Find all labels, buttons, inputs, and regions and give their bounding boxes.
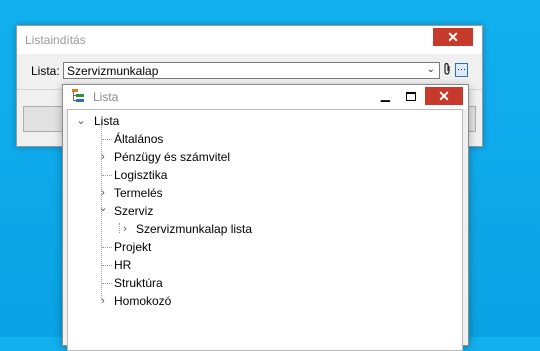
tree-node-label: Projekt [114, 240, 152, 254]
tree-node-label: Általános [114, 132, 164, 146]
chevron-down-icon[interactable]: ⌄ [98, 200, 108, 216]
chevron-right-icon[interactable]: › [98, 185, 108, 201]
list-tree[interactable]: ⌄ Lista Általános › Pénzügy és számvitel… [67, 109, 463, 351]
list-row: Lista: Szervizmunkalap ⌄ ··· [31, 62, 470, 80]
minimize-icon: ▁ [380, 88, 390, 102]
tree-node-label: Struktúra [114, 276, 163, 290]
list-combobox[interactable]: Szervizmunkalap ⌄ [63, 62, 440, 79]
close-icon: ✕ [447, 28, 459, 45]
tree-connector [102, 265, 112, 266]
dialog-close-button[interactable]: ✕ [433, 28, 473, 46]
popup-titlebar: Lista ▁ ✕ [63, 85, 468, 109]
tree-node-label: HR [114, 258, 132, 272]
tree-node-label: Logisztika [114, 168, 168, 182]
chevron-right-icon[interactable]: › [98, 293, 108, 309]
tree-connector [102, 247, 112, 248]
browse-button[interactable]: ··· [455, 63, 468, 77]
minimize-button[interactable]: ▁ [381, 88, 390, 102]
maximize-button[interactable] [406, 92, 416, 101]
tree-connector [102, 175, 112, 176]
paperclip-icon[interactable] [443, 62, 452, 79]
tree-node-label: Szerviz [114, 204, 154, 218]
chevron-down-icon[interactable]: ⌄ [427, 63, 435, 77]
tree-node-label: Lista [94, 114, 120, 128]
list-label: Lista: [31, 64, 60, 78]
dialog-titlebar: Listaindítás ✕ [17, 26, 482, 54]
tree-node-label: Szervizmunkalap lista [136, 222, 253, 236]
popup-close-button[interactable]: ✕ [425, 87, 463, 105]
tree-connector [102, 283, 112, 284]
list-combobox-value: Szervizmunkalap [67, 64, 159, 78]
tree-node-label: Homokozó [114, 294, 172, 308]
dialog-title: Listaindítás [25, 33, 86, 47]
close-icon: ✕ [438, 87, 450, 104]
popup-title: Lista [93, 90, 119, 104]
chevron-down-icon[interactable]: ⌄ [76, 113, 86, 129]
tree-connector [102, 139, 112, 140]
chevron-right-icon[interactable]: › [98, 149, 108, 165]
ellipsis-icon: ··· [457, 64, 466, 74]
tree-node-label: Pénzügy és számvitel [114, 150, 231, 164]
tree-node-label: Termelés [114, 186, 163, 200]
tree-list-icon [72, 89, 86, 103]
lista-popup-window: Lista ▁ ✕ ⌄ Lista Általános › Pénzügy és… [62, 84, 469, 351]
chevron-right-icon[interactable]: › [120, 221, 130, 237]
